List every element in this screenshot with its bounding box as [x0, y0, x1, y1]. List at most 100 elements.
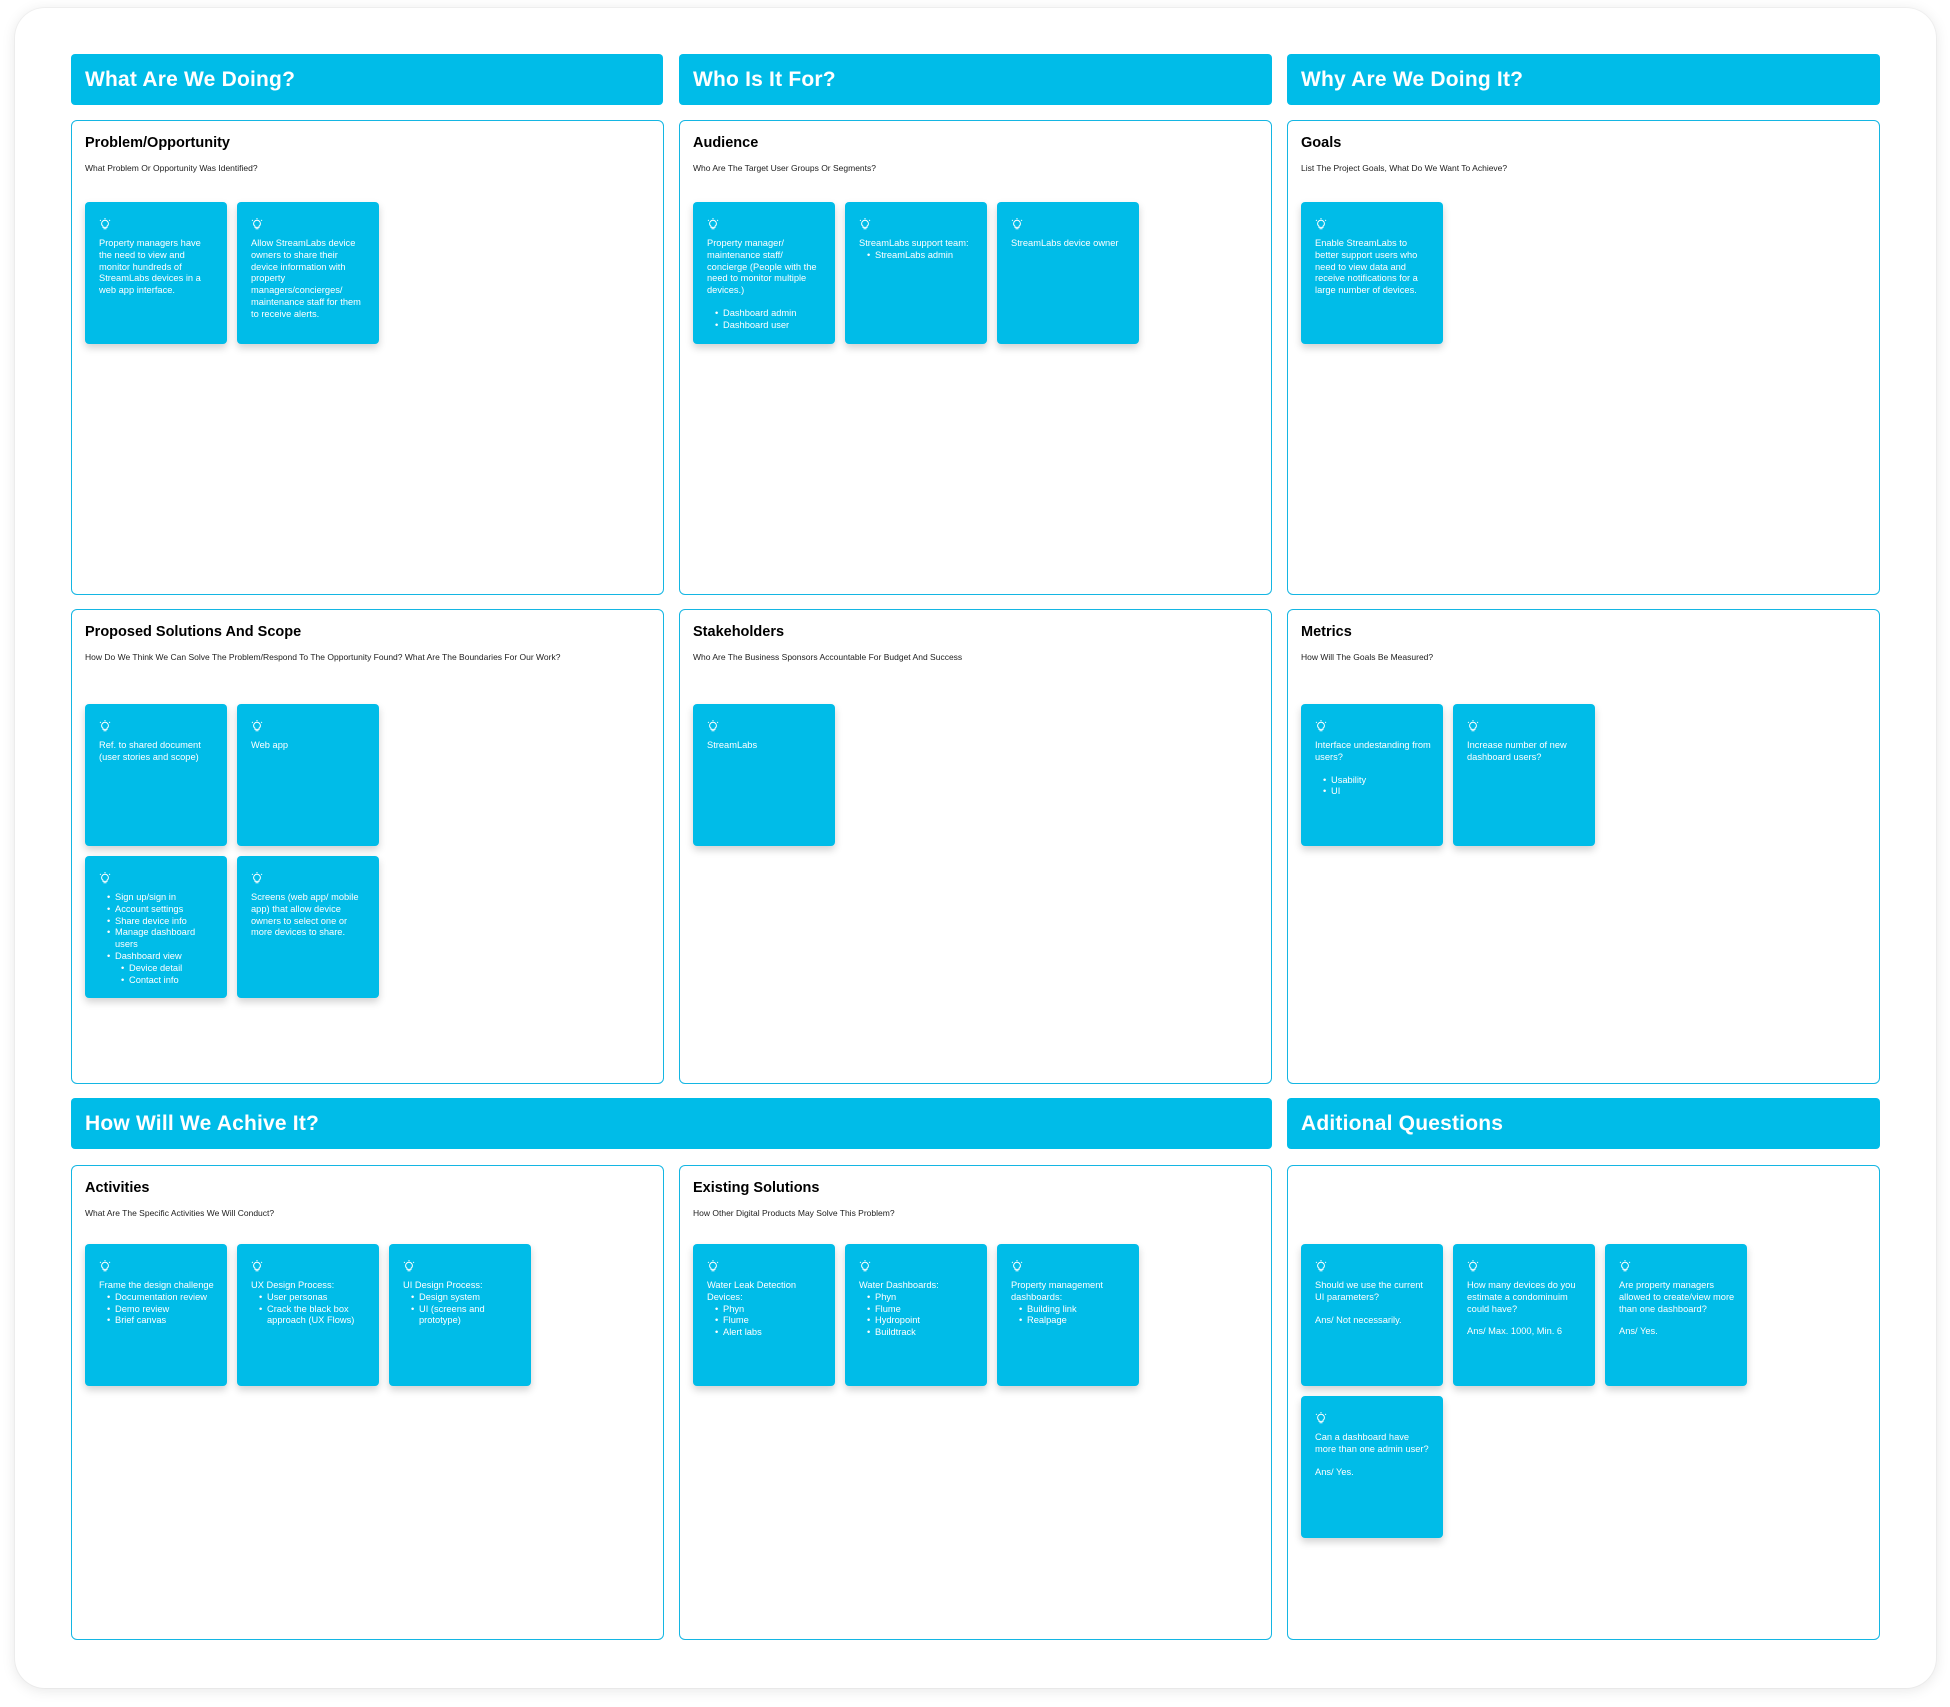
lightbulb-icon	[1011, 218, 1023, 230]
note-text: StreamLabs support team:	[859, 238, 969, 248]
list-subitem: Contact info	[121, 975, 215, 987]
note-list: Building link Realpage	[1019, 1304, 1127, 1328]
panel-subtitle: How Do We Think We Can Solve The Problem…	[85, 652, 561, 662]
sticky-note[interactable]: Interface undestanding from users? Usabi…	[1301, 704, 1443, 846]
list-item: Documentation review	[107, 1292, 215, 1304]
section-header-what: What Are We Doing?	[71, 54, 663, 105]
note-list: Sign up/sign in Account settings Share d…	[107, 892, 215, 986]
note-text: UX Design Process:	[251, 1280, 335, 1290]
note-text: Water Leak Detection Devices:	[707, 1280, 797, 1302]
note-list: Design system UI (screens and prototype)	[411, 1292, 519, 1327]
note-text: Allow StreamLabs device owners to share …	[251, 238, 361, 319]
sticky-note[interactable]: Web app	[237, 704, 379, 846]
list-item: UI	[1323, 786, 1431, 798]
lightbulb-icon	[1467, 1260, 1479, 1272]
sticky-note[interactable]: StreamLabs device owner	[997, 202, 1139, 344]
panel-title: Goals	[1301, 135, 1342, 151]
panel-title: Metrics	[1301, 624, 1352, 640]
sticky-note[interactable]: Should we use the current UI parameters?…	[1301, 1244, 1443, 1386]
list-item: Design system	[411, 1292, 519, 1304]
sticky-note[interactable]: Increase number of new dashboard users?	[1453, 704, 1595, 846]
note-text: StreamLabs device owner	[1011, 238, 1119, 248]
note-text: Can a dashboard have more than one admin…	[1315, 1432, 1429, 1454]
note-text: Property manager/ maintenance staff/ con…	[707, 238, 817, 296]
lightbulb-icon	[1619, 1260, 1631, 1272]
panel-problem-opportunity: Problem/Opportunity What Problem Or Oppo…	[71, 120, 664, 595]
note-text: Water Dashboards:	[859, 1280, 939, 1290]
list-item: Manage dashboard users	[107, 927, 215, 951]
lightbulb-icon	[1315, 720, 1327, 732]
lightbulb-icon	[707, 720, 719, 732]
sticky-note[interactable]: How many devices do you estimate a condo…	[1453, 1244, 1595, 1386]
sticky-note[interactable]: StreamLabs	[693, 704, 835, 846]
note-list: Documentation review Demo review Brief c…	[107, 1292, 215, 1327]
canvas-board: What Are We Doing? Who Is It For? Why Ar…	[15, 8, 1936, 1688]
list-item: Usability	[1323, 775, 1431, 787]
note-text: Property management dashboards:	[1011, 1280, 1103, 1302]
sticky-note[interactable]: Water Dashboards: Phyn Flume Hydropoint …	[845, 1244, 987, 1386]
list-item: Flume	[715, 1315, 823, 1327]
panel-subtitle: Who Are The Business Sponsors Accountabl…	[693, 652, 963, 662]
note-text: Ref. to shared document (user stories an…	[99, 740, 201, 762]
lightbulb-icon	[1315, 218, 1327, 230]
note-list: Phyn Flume Hydropoint Buildtrack	[867, 1292, 975, 1339]
sticky-note[interactable]: Frame the design challenge Documentation…	[85, 1244, 227, 1386]
panel-stakeholders: Stakeholders Who Are The Business Sponso…	[679, 609, 1272, 1084]
note-answer: Ans/ Yes.	[1619, 1326, 1658, 1337]
list-item: Brief canvas	[107, 1315, 215, 1327]
note-text: UI Design Process:	[403, 1280, 483, 1290]
section-header-how: How Will We Achive It?	[71, 1098, 1272, 1149]
sticky-note[interactable]: Screens (web app/ mobile app) that allow…	[237, 856, 379, 998]
note-text: Property managers have the need to view …	[99, 238, 201, 296]
lightbulb-icon	[99, 1260, 111, 1272]
list-item: UI (screens and prototype)	[411, 1304, 519, 1328]
list-item: Crack the black box approach (UX Flows)	[259, 1304, 367, 1328]
note-text: Enable StreamLabs to better support user…	[1315, 238, 1418, 296]
panel-subtitle: How Other Digital Products May Solve Thi…	[693, 1208, 895, 1218]
lightbulb-icon	[1315, 1260, 1327, 1272]
sticky-note[interactable]: UI Design Process: Design system UI (scr…	[389, 1244, 531, 1386]
panel-title: Existing Solutions	[693, 1180, 820, 1196]
panel-existing-solutions: Existing Solutions How Other Digital Pro…	[679, 1165, 1272, 1640]
sticky-note[interactable]: Water Leak Detection Devices: Phyn Flume…	[693, 1244, 835, 1386]
sticky-note[interactable]: Property management dashboards: Building…	[997, 1244, 1139, 1386]
list-item: Alert labs	[715, 1327, 823, 1339]
sticky-note[interactable]: UX Design Process: User personas Crack t…	[237, 1244, 379, 1386]
note-text: Screens (web app/ mobile app) that allow…	[251, 892, 359, 938]
list-item: Dashboard user	[715, 320, 823, 332]
panel-title: Activities	[85, 1180, 150, 1196]
list-item: StreamLabs admin	[867, 250, 975, 262]
note-list: Phyn Flume Alert labs	[715, 1304, 823, 1339]
note-text: Should we use the current UI parameters?	[1315, 1280, 1424, 1302]
note-text: How many devices do you estimate a condo…	[1467, 1280, 1576, 1314]
note-list: Usability UI	[1323, 775, 1431, 799]
list-item: Buildtrack	[867, 1327, 975, 1339]
panel-subtitle: List The Project Goals, What Do We Want …	[1301, 163, 1508, 173]
sticky-note[interactable]: Are property managers allowed to create/…	[1605, 1244, 1747, 1386]
panel-audience: Audience Who Are The Target User Groups …	[679, 120, 1272, 595]
lightbulb-icon	[403, 1260, 415, 1272]
sticky-note[interactable]: Enable StreamLabs to better support user…	[1301, 202, 1443, 344]
sticky-note[interactable]: Can a dashboard have more than one admin…	[1301, 1396, 1443, 1538]
sticky-note[interactable]: Property manager/ maintenance staff/ con…	[693, 202, 835, 344]
sticky-note[interactable]: Sign up/sign in Account settings Share d…	[85, 856, 227, 998]
panel-title: Stakeholders	[693, 624, 785, 640]
panel-additional-questions: Should we use the current UI parameters?…	[1287, 1165, 1880, 1640]
sticky-note[interactable]: Property managers have the need to view …	[85, 202, 227, 344]
lightbulb-icon	[707, 1260, 719, 1272]
sticky-note[interactable]: Allow StreamLabs device owners to share …	[237, 202, 379, 344]
sticky-note[interactable]: Ref. to shared document (user stories an…	[85, 704, 227, 846]
note-list: User personas Crack the black box approa…	[259, 1292, 367, 1327]
note-text: Web app	[251, 740, 289, 750]
lightbulb-icon	[1011, 1260, 1023, 1272]
list-item: Share device info	[107, 916, 215, 928]
panel-title: Audience	[693, 135, 759, 151]
list-item: Flume	[867, 1304, 975, 1316]
note-text: StreamLabs	[707, 740, 758, 750]
panel-title: Problem/Opportunity	[85, 135, 230, 151]
lightbulb-icon	[859, 1260, 871, 1272]
note-text: Are property managers allowed to create/…	[1619, 1280, 1735, 1314]
list-item: Phyn	[867, 1292, 975, 1304]
sticky-note[interactable]: StreamLabs support team: StreamLabs admi…	[845, 202, 987, 344]
lightbulb-icon	[251, 218, 263, 230]
